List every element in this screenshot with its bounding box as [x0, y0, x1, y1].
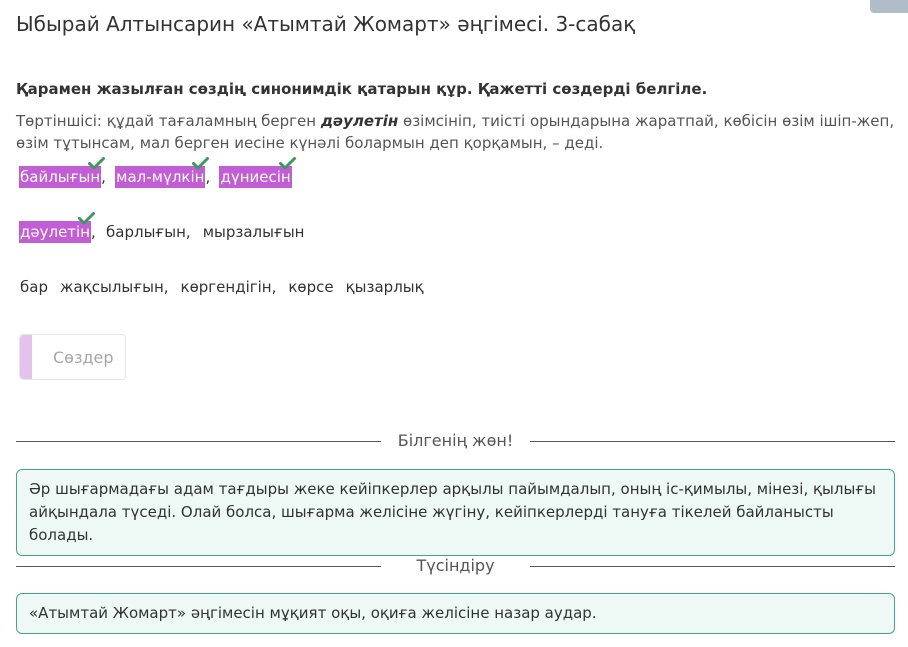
word-option[interactable]: барлығын,	[105, 221, 192, 243]
word-row-2: дәулетін, барлығын, мырзалығын	[19, 212, 306, 243]
sentence-bold-word: дәулетін	[320, 112, 399, 130]
divider-line-right	[530, 441, 895, 442]
word-option[interactable]: дәулетін	[19, 212, 96, 243]
explanation-divider: Түсіндіру	[16, 556, 895, 576]
word-option[interactable]: дүниесін	[219, 157, 296, 188]
sentence-before: Төртіншісі: құдай тағаламның берген	[16, 112, 321, 130]
divider-line-right	[530, 566, 895, 567]
word-option[interactable]: мырзалығын	[202, 221, 306, 243]
hint-box: Әр шығармадағы адам тағдыры жеке кейіпке…	[16, 469, 895, 556]
word-option[interactable]: бар	[19, 276, 49, 298]
corner-tab[interactable]	[870, 0, 908, 13]
hint-divider: Білгенің жөн!	[16, 431, 895, 451]
page-title: Ыбырай Алтынсарин «Атымтай Жомарт» әңгім…	[16, 12, 636, 36]
words-box[interactable]: Сөздер	[19, 334, 126, 380]
word-option[interactable]: жақсылығын,	[59, 276, 170, 298]
word-option[interactable]: көргендігін,	[180, 276, 278, 298]
word-option[interactable]: көрсе	[287, 276, 334, 298]
words-box-label: Сөздер	[53, 348, 114, 367]
source-sentence: Төртіншісі: құдай тағаламның берген дәул…	[16, 110, 896, 154]
checkmark-icon	[88, 157, 106, 170]
checkmark-icon	[78, 212, 96, 225]
words-box-accent	[20, 335, 32, 379]
word-row-3: бар жақсылығын, көргендігін, көрсе қызарлық	[19, 276, 425, 298]
word-option[interactable]: байлығын	[19, 157, 106, 188]
word-option[interactable]: қызарлық	[345, 276, 425, 298]
word-option[interactable]: мал-мүлкін	[115, 157, 210, 188]
checkmark-icon	[278, 157, 296, 170]
word-row-1: байлығын, мал-мүлкін, дүниесін	[19, 157, 296, 188]
question-text: Қарамен жазылған сөздің синонимдік қатар…	[16, 80, 708, 98]
checkmark-icon	[192, 157, 210, 170]
explanation-box: «Атымтай Жомарт» әңгімесін мұқият оқы, о…	[16, 593, 895, 634]
